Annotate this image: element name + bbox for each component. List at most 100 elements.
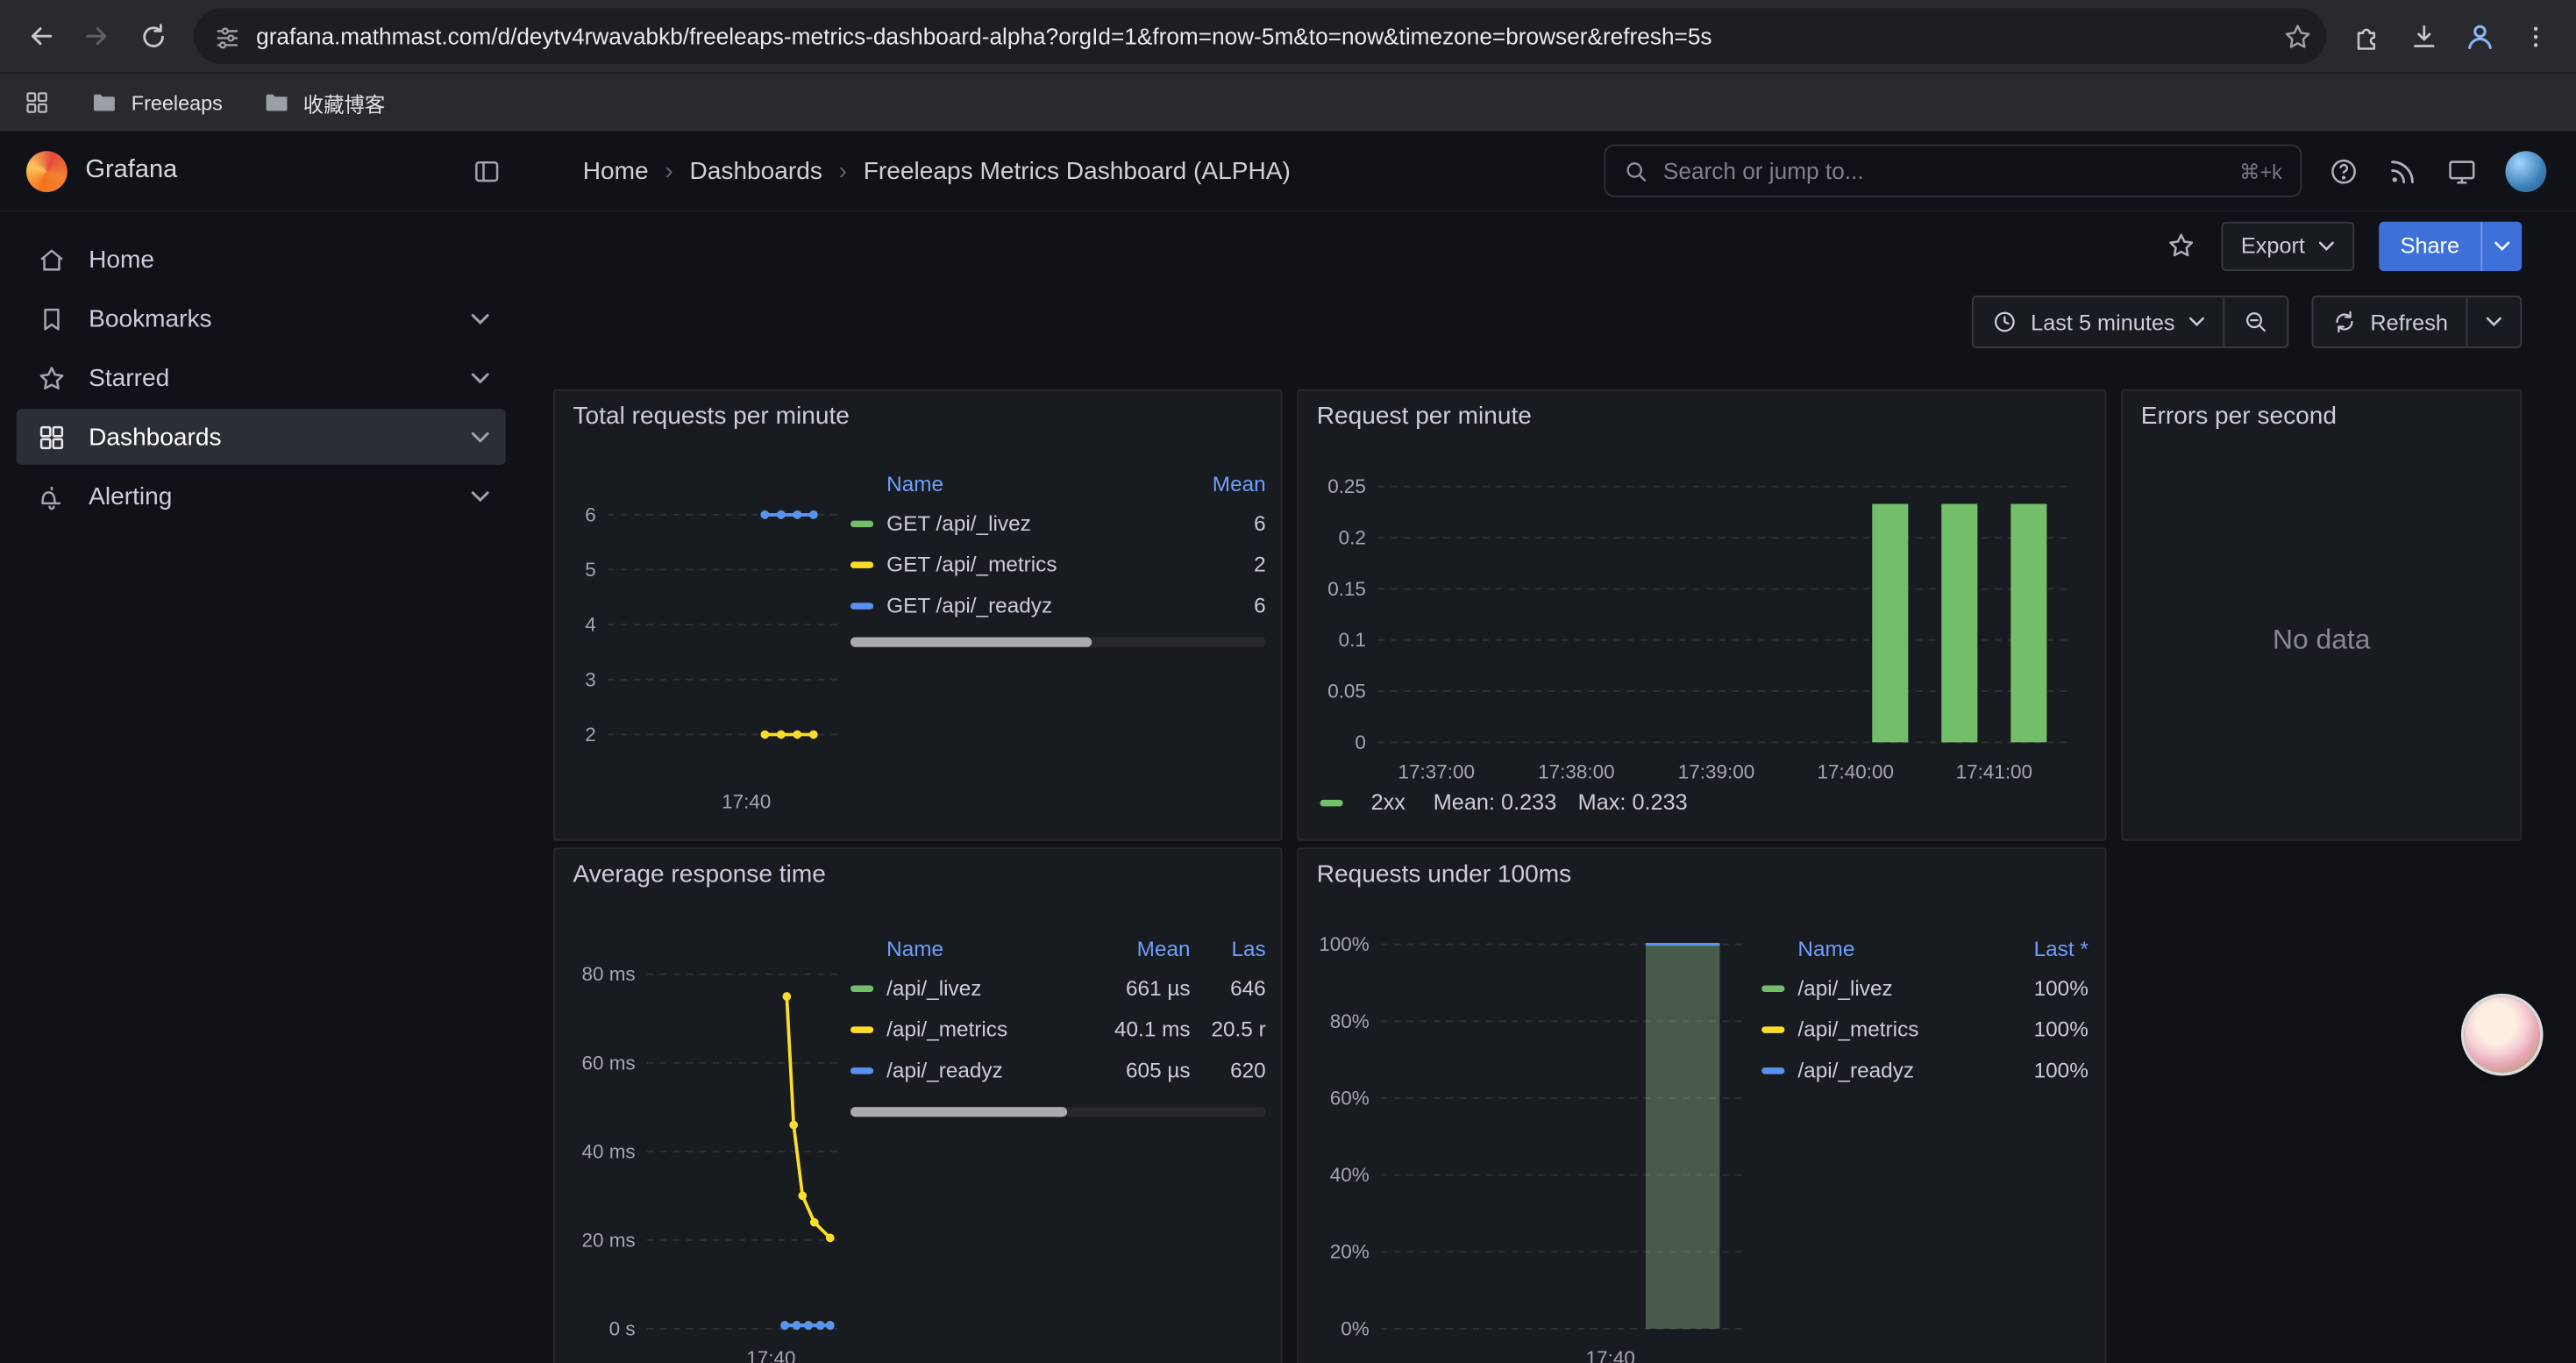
svg-text:17:40: 17:40 [746,1347,795,1363]
chevron-down-icon[interactable] [471,432,489,443]
legend-row[interactable]: /api/_readyz 605 µs 620 [850,1050,1266,1091]
legend-row[interactable]: GET /api/_metrics 2 [850,544,1266,585]
legend-row[interactable]: /api/_livez 661 µs 646 [850,967,1266,1009]
forward-button[interactable] [69,8,125,64]
share-menu-toggle[interactable] [2480,221,2522,270]
legend-inline[interactable]: 2xx Mean: 0.233 Max: 0.233 [1320,790,1688,815]
series-name[interactable]: /api/_livez [1797,975,2003,1000]
legend-row[interactable]: /api/_livez 100% [1761,967,2089,1009]
legend-col-last[interactable]: Last * [2003,935,2088,960]
search-input[interactable]: Search or jump to... ⌘+k [1604,145,2302,197]
search-shortcut: ⌘+k [2239,159,2282,183]
svg-text:20 ms: 20 ms [581,1229,635,1251]
sidebar-toggle-icon[interactable] [471,155,502,187]
legend-row[interactable]: /api/_metrics 100% [1761,1009,2089,1050]
series-name[interactable]: /api/_metrics [886,1017,1092,1041]
rss-icon[interactable] [2387,155,2419,187]
chevron-down-icon[interactable] [471,313,489,325]
sidebar-item-alerting[interactable]: Alerting [17,468,506,525]
sidebar-item-home[interactable]: Home [17,232,506,288]
legend-col-name[interactable]: Name [850,935,1092,960]
series-name[interactable]: 2xx [1371,790,1405,815]
sidebar-item-label: Starred [89,364,450,392]
series-name[interactable]: GET /api/_readyz [886,593,1180,617]
series-last: 620 [1191,1058,1266,1082]
floating-assistant-avatar[interactable] [2465,997,2540,1073]
home-icon [36,244,68,275]
total-requests-chart[interactable]: 2345617:40 [565,473,847,821]
request-per-minute-chart[interactable]: 00.050.10.150.20.2517:37:0017:38:0017:39… [1312,463,2083,792]
svg-text:17:41:00: 17:41:00 [1956,761,2032,783]
legend-scrollbar[interactable] [850,638,1266,647]
series-mean: 40.1 ms [1092,1017,1190,1041]
legend-col-mean[interactable]: Mean [1092,935,1190,960]
panel-title[interactable]: Average response time [573,860,826,888]
apps-grid-icon[interactable] [23,89,51,117]
average-response-time-chart[interactable]: 0 s20 ms40 ms60 ms80 ms17:40 [561,924,850,1363]
series-max-stat: Max: 0.233 [1578,790,1688,815]
chevron-down-icon[interactable] [471,372,489,383]
back-button[interactable] [13,8,69,64]
legend-col-mean[interactable]: Mean [1180,470,1265,495]
chevron-down-icon[interactable] [471,490,489,502]
reload-button[interactable] [125,8,181,64]
breadcrumb-home[interactable]: Home [583,157,649,185]
bookmark-star-icon[interactable] [2282,20,2314,52]
legend-row[interactable]: GET /api/_livez 6 [850,503,1266,544]
share-button[interactable]: Share [2379,221,2522,270]
favorite-star-icon[interactable] [2166,230,2197,261]
series-name[interactable]: /api/_readyz [886,1058,1092,1082]
site-settings-icon[interactable] [213,22,241,50]
bookmark-folder-freeleaps[interactable]: Freeleaps [90,89,223,117]
breadcrumb-separator: › [665,157,672,185]
panel-errors-per-second: Errors per second No data [2121,389,2522,841]
requests-under-100ms-chart[interactable]: 0%20%40%60%80%100%17:40 [1312,924,1752,1363]
panel-request-per-minute: Request per minute 00.050.10.150.20.2517… [1297,389,2106,841]
sidebar-item-starred[interactable]: Starred [17,350,506,406]
monitor-icon[interactable] [2446,155,2478,187]
extensions-button[interactable] [2339,8,2395,64]
svg-text:80%: 80% [1330,1010,1370,1032]
puzzle-icon [2352,20,2383,52]
legend-row[interactable]: GET /api/_readyz 6 [850,585,1266,626]
legend-col-name[interactable]: Name [1761,935,2003,960]
user-avatar[interactable] [2505,150,2546,191]
series-name[interactable]: GET /api/_metrics [886,552,1180,576]
zoom-out-button[interactable] [2223,297,2287,346]
svg-text:6: 6 [585,503,596,525]
refresh-button[interactable]: Refresh [2313,297,2466,346]
panel-title[interactable]: Total requests per minute [573,403,850,431]
download-button[interactable] [2395,8,2451,64]
breadcrumb-dashboards[interactable]: Dashboards [689,157,822,185]
series-name[interactable]: /api/_metrics [1797,1017,2003,1041]
export-button[interactable]: Export [2221,221,2354,270]
help-icon[interactable] [2328,155,2359,187]
series-name[interactable]: GET /api/_livez [886,510,1180,535]
legend-col-name[interactable]: Name [850,470,1180,495]
breadcrumb: Home › Dashboards › Freeleaps Metrics Da… [583,157,1605,185]
legend-row[interactable]: /api/_metrics 40.1 ms 20.5 r [850,1009,1266,1050]
refresh-interval-toggle[interactable] [2466,297,2521,346]
grafana-logo[interactable] [26,150,68,191]
svg-text:0: 0 [1355,731,1366,753]
export-label: Export [2241,233,2305,258]
address-bar[interactable]: grafana.mathmast.com/d/deytv4rwavabkb/fr… [194,8,2326,64]
panel-title[interactable]: Errors per second [2141,403,2337,431]
browser-menu-button[interactable] [2507,8,2563,64]
dashboard-canvas: Total requests per minute 2345617:40 Nam… [522,365,2576,1363]
screen: grafana.mathmast.com/d/deytv4rwavabkb/fr… [0,0,2576,1363]
time-range-label: Last 5 minutes [2031,310,2174,334]
panel-title[interactable]: Request per minute [1317,403,1532,431]
series-name[interactable]: /api/_readyz [1797,1058,2003,1082]
legend-col-last[interactable]: Las [1191,935,1266,960]
sidebar-item-dashboards[interactable]: Dashboards [17,409,506,465]
series-name[interactable]: /api/_livez [886,975,1092,1000]
panel-title[interactable]: Requests under 100ms [1317,860,1571,888]
bookmark-folder-blogs[interactable]: 收藏博客 [262,87,385,118]
profile-button[interactable] [2451,8,2508,64]
share-label[interactable]: Share [2379,221,2480,270]
sidebar-item-bookmarks[interactable]: Bookmarks [17,290,506,346]
time-range-button[interactable]: Last 5 minutes [1974,297,2223,346]
legend-scrollbar[interactable] [850,1107,1266,1117]
legend-row[interactable]: /api/_readyz 100% [1761,1050,2089,1091]
